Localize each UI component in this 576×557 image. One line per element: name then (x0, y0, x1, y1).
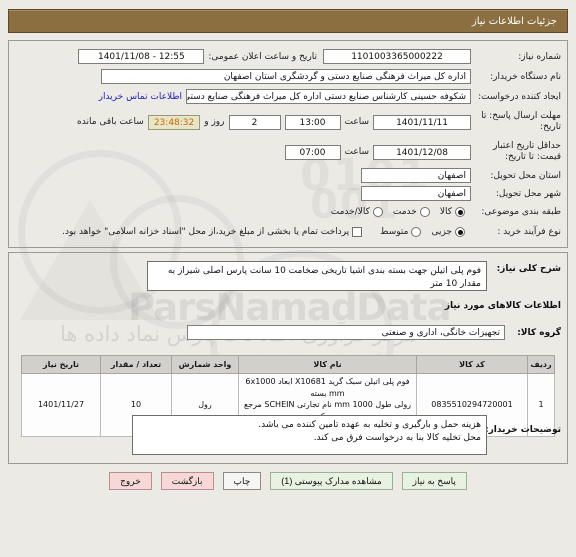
request-number-field: 1101003365000222 (323, 49, 471, 64)
th-code: کد کالا (416, 355, 528, 374)
response-deadline-date-field: 1401/11/11 (373, 114, 471, 130)
requester-label: ایجاد کننده درخواست: (478, 91, 561, 102)
response-deadline-row: مهلت ارسال پاسخ: تا تاریخ: 1401/11/11 سا… (77, 111, 561, 134)
goods-category-row: گروه کالا: تجهیزات خانگی، اداری و صنعتی (187, 325, 561, 340)
table-header-row: ردیف کد کالا نام کالا واحد شمارش تعداد /… (21, 355, 555, 374)
purchase-process-row: نوع فرآیند خرید : جزیی متوسط پرداخت تمام… (62, 227, 561, 237)
radio-label-khedmat: خدمت (392, 207, 417, 217)
price-validity-time-label: ساعت (344, 147, 370, 158)
request-details-window: 0101 001 ParsNamadData مرکز فرآوری اطلاع… (0, 0, 576, 557)
buyer-notes-label: توضیحات خریدار: (485, 425, 561, 435)
goods-heading-row: اطلاعات کالاهای مورد نیاز (445, 301, 561, 311)
radio-label-jozei: جزیی (431, 227, 452, 237)
price-validity-label: حداقل تاریخ اعتبار قیمت: تا تاریخ: (493, 141, 561, 163)
request-number-row: شماره نیاز: 1101003365000222 (323, 49, 561, 64)
action-button-bar: پاسخ به نیاز مشاهده مدارک پیوستی (1) چاپ… (0, 472, 576, 490)
buyer-notes-row: توضیحات خریدار: هزینه حمل و بارگیری و تخ… (132, 415, 561, 455)
radio-option-kala-khedmat[interactable]: کالا/خدمت (331, 207, 383, 217)
delivery-city-field: اصفهان (361, 186, 471, 201)
buyer-notes-text: هزینه حمل و بارگیری و تخلیه به عهده تامی… (132, 415, 487, 455)
price-validity-date-field: 1401/12/08 (373, 144, 471, 160)
th-quantity: تعداد / مقدار (100, 355, 172, 374)
th-name: نام کالا (238, 355, 417, 374)
radio-option-motavaset[interactable]: متوسط (380, 227, 422, 237)
purchase-process-label: نوع فرآیند خرید : (497, 227, 561, 237)
radio-label-kala-khedmat: کالا/خدمت (330, 207, 370, 217)
checkbox-icon-treasury-bond[interactable] (352, 227, 363, 237)
radio-icon-jozei[interactable] (455, 227, 465, 237)
buyer-org-row: نام دستگاه خریدار: اداره کل میراث فرهنگی… (101, 69, 561, 84)
delivery-city-row: شهر محل تحویل: اصفهان (361, 186, 561, 201)
radio-icon-khedmat[interactable] (419, 207, 430, 217)
print-button[interactable]: چاپ (222, 472, 262, 490)
request-number-label: شماره نیاز: (518, 51, 561, 62)
buyer-notes-line-1: هزینه حمل و بارگیری و تخلیه به عهده تامی… (258, 420, 481, 430)
announce-datetime-label: تاریخ و ساعت اعلان عمومی: (208, 51, 317, 62)
remaining-days-suffix: روز و (204, 117, 225, 128)
goods-section-heading: اطلاعات کالاهای مورد نیاز (444, 301, 561, 311)
th-index: ردیف (527, 355, 555, 374)
goods-category-label: گروه کالا: (517, 327, 561, 338)
remaining-hours-suffix: ساعت باقی مانده (77, 117, 144, 128)
response-deadline-time-label: ساعت (344, 117, 370, 128)
radio-label-kala: کالا (439, 207, 452, 217)
requester-field: شکوفه حسینی کارشناس صنایع دستی اداره کل … (186, 89, 471, 104)
radio-icon-kala-khedmat[interactable] (372, 207, 383, 217)
price-validity-row: حداقل تاریخ اعتبار قیمت: تا تاریخ: 1401/… (284, 141, 561, 164)
view-attachments-button[interactable]: مشاهده مدارک پیوستی (1) (270, 472, 393, 490)
delivery-province-field: اصفهان (361, 168, 471, 183)
subject-classification-row: طبقه بندی موضوعی: کالا خدمت کالا/خدمت (331, 207, 561, 217)
window-title-bar: جزئیات اطلاعات نیاز (8, 9, 568, 33)
subject-classification-label: طبقه بندی موضوعی: (481, 207, 561, 217)
th-unit: واحد شمارش (171, 355, 239, 374)
respond-to-request-button[interactable]: پاسخ به نیاز (401, 472, 467, 490)
countdown-timer: 23:48:32 (147, 114, 201, 130)
price-validity-time-field: 07:00 (284, 144, 341, 160)
treasury-bond-checkbox-label: پرداخت تمام یا بخشی از مبلغ خرید،از محل … (62, 227, 350, 237)
description-label: شرح کلی نیاز: (496, 264, 561, 274)
response-deadline-time-field: 13:00 (284, 114, 341, 130)
th-need-date: تاریخ نیاز (21, 355, 101, 374)
cell-name-line-1: فوم پلی اتیلن سبک گرید X10681 ابعاد 6x10… (245, 377, 410, 398)
delivery-province-label: استان محل تحویل: (490, 170, 561, 181)
radio-option-khedmat[interactable]: خدمت (393, 207, 430, 217)
back-button[interactable]: بازگشت (160, 472, 214, 490)
radio-icon-motavaset[interactable] (411, 227, 422, 237)
buyer-org-field: اداره کل میراث فرهنگی صنایع دستی و گردشگ… (101, 69, 471, 84)
buyer-notes-line-2: محل تخلیه کالا بنا به درخواست فرق می کند… (313, 433, 481, 444)
goods-category-field: تجهیزات خانگی، اداری و صنعتی (187, 325, 505, 340)
delivery-province-row: استان محل تحویل: اصفهان (361, 168, 561, 183)
response-deadline-label: مهلت ارسال پاسخ: تا تاریخ: (481, 111, 561, 133)
treasury-bond-checkbox-option[interactable]: پرداخت تمام یا بخشی از مبلغ خرید،از محل … (62, 227, 363, 237)
announce-datetime-row: تاریخ و ساعت اعلان عمومی: 1401/11/08 - 1… (78, 49, 317, 64)
radio-icon-kala[interactable] (455, 207, 465, 217)
buyer-org-label: نام دستگاه خریدار: (490, 71, 561, 82)
cell-need-date: 1401/11/27 (21, 373, 101, 437)
description-row: شرح کلی نیاز: فوم پلی اتیلن جهت بسته بند… (147, 261, 561, 291)
requester-row: ایجاد کننده درخواست: شکوفه حسینی کارشناس… (99, 89, 561, 104)
buyer-contact-link[interactable]: اطلاعات تماس خریدار (99, 92, 182, 102)
radio-label-motavaset: متوسط (380, 227, 409, 237)
page-title: جزئیات اطلاعات نیاز (471, 15, 557, 27)
remaining-days-field: 2 (228, 114, 281, 130)
request-info-panel: شماره نیاز: 1101003365000222 تاریخ و ساع… (8, 40, 568, 248)
radio-option-kala[interactable]: کالا (440, 207, 465, 217)
goods-details-panel: شرح کلی نیاز: فوم پلی اتیلن جهت بسته بند… (8, 252, 568, 464)
exit-button[interactable]: خروج (109, 472, 152, 490)
description-line-1: فوم پلی اتیلن جهت بسته بندی اشیا تاریخی … (167, 266, 481, 290)
description-text: فوم پلی اتیلن جهت بسته بندی اشیا تاریخی … (147, 261, 487, 291)
radio-option-jozei[interactable]: جزیی (431, 227, 465, 237)
delivery-city-label: شهر محل تحویل: (495, 188, 561, 199)
announce-datetime-field: 1401/11/08 - 12:55 (78, 49, 205, 64)
